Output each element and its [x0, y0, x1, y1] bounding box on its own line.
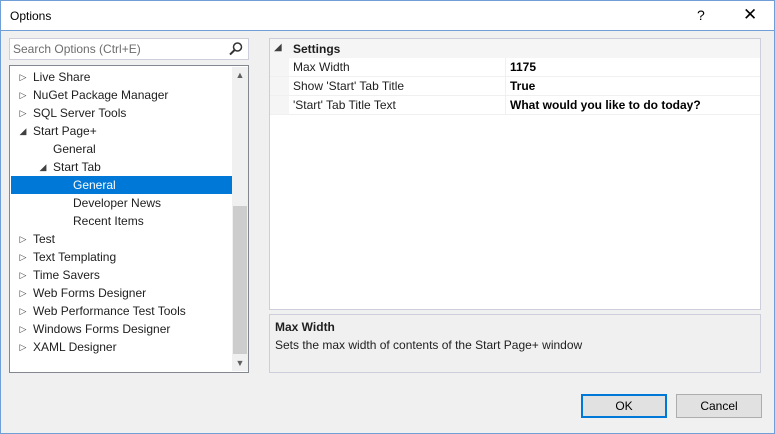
- description-panel: Max Width Sets the max width of contents…: [269, 314, 761, 373]
- scroll-up-icon[interactable]: ▲: [232, 67, 248, 83]
- collapse-icon[interactable]: ◢: [274, 42, 282, 53]
- expand-arrow-icon[interactable]: ▷: [18, 320, 28, 338]
- scroll-thumb[interactable]: [233, 206, 247, 354]
- tree-item[interactable]: Recent Items: [11, 212, 232, 230]
- tree-item[interactable]: ▷ SQL Server Tools: [11, 104, 232, 122]
- tree-item[interactable]: General: [11, 140, 232, 158]
- cancel-button[interactable]: Cancel: [676, 394, 762, 418]
- help-button[interactable]: ?: [697, 7, 705, 23]
- column-divider: [505, 77, 506, 95]
- property-value[interactable]: What would you like to do today?: [510, 98, 701, 112]
- tree-item-label: Windows Forms Designer: [33, 322, 171, 336]
- tree-item-label: SQL Server Tools: [33, 106, 127, 120]
- tree-item[interactable]: ▷ Web Performance Test Tools: [11, 302, 232, 320]
- tree-item-label: Web Forms Designer: [33, 286, 147, 300]
- expand-arrow-icon[interactable]: ▷: [18, 248, 28, 266]
- property-row-title-text[interactable]: 'Start' Tab Title Text What would you li…: [270, 96, 760, 115]
- expand-arrow-icon[interactable]: ▷: [18, 284, 28, 302]
- tree-item-label: Live Share: [33, 70, 91, 84]
- tree-item[interactable]: ▷ Test: [11, 230, 232, 248]
- description-title: Max Width: [275, 320, 335, 334]
- collapse-arrow-icon[interactable]: ◢: [18, 122, 28, 140]
- tree-item-label: Text Templating: [33, 250, 117, 264]
- tree-item-label: Test: [33, 232, 56, 246]
- tree-item[interactable]: ▷ Live Share: [11, 68, 232, 86]
- category-label: Settings: [293, 42, 341, 56]
- tree-item[interactable]: ▷ Windows Forms Designer: [11, 320, 232, 338]
- tree-item-label: Web Performance Test Tools: [33, 304, 186, 318]
- property-row-show-title[interactable]: Show 'Start' Tab Title True: [270, 77, 760, 96]
- tree-item[interactable]: General: [11, 176, 232, 194]
- expand-arrow-icon[interactable]: ▷: [18, 338, 28, 356]
- tree-item[interactable]: ▷ Web Forms Designer: [11, 284, 232, 302]
- tree-item[interactable]: ▷ Text Templating: [11, 248, 232, 266]
- options-tree: ▷ Live Share ▷ NuGet Package Manager ▷ SQL Se…: [9, 65, 249, 373]
- row-gutter: [270, 96, 289, 114]
- tree-item-label: Start Page+: [33, 124, 97, 138]
- tree-item[interactable]: ▷ NuGet Package Manager: [11, 86, 232, 104]
- tree-item-label: XAML Designer: [33, 340, 117, 354]
- title-bar: Options ? ✕: [0, 0, 775, 31]
- column-divider: [505, 96, 506, 114]
- property-value[interactable]: 1175: [510, 60, 536, 74]
- close-icon[interactable]: ✕: [743, 5, 757, 25]
- window-title: Options: [10, 9, 52, 23]
- tree-item-label: Time Savers: [33, 268, 100, 282]
- tree-item-label: General: [73, 178, 116, 192]
- tree-item-label: Start Tab: [53, 160, 101, 174]
- scroll-down-icon[interactable]: ▼: [232, 355, 248, 371]
- tree-item-label: Recent Items: [73, 214, 144, 228]
- expand-arrow-icon[interactable]: ▷: [18, 302, 28, 320]
- property-name: Show 'Start' Tab Title: [293, 79, 405, 93]
- description-text: Sets the max width of contents of the St…: [275, 338, 583, 352]
- property-name: 'Start' Tab Title Text: [293, 98, 396, 112]
- tree-item[interactable]: ▷ XAML Designer: [11, 338, 232, 356]
- property-value[interactable]: True: [510, 79, 535, 93]
- tree-item-label: Developer News: [73, 196, 162, 210]
- tree-item[interactable]: ◢ Start Tab: [11, 158, 232, 176]
- property-grid: ◢ Settings Max Width 1175 Show 'Start' T…: [269, 38, 761, 310]
- collapse-arrow-icon[interactable]: ◢: [38, 158, 48, 176]
- category-settings[interactable]: ◢ Settings: [270, 39, 760, 58]
- tree-item[interactable]: Developer News: [11, 194, 232, 212]
- tree-item-label: General: [53, 142, 96, 156]
- search-input[interactable]: [13, 41, 223, 57]
- tree-item[interactable]: ◢ Start Page+: [11, 122, 232, 140]
- expand-arrow-icon[interactable]: ▷: [18, 86, 28, 104]
- tree-item-label: NuGet Package Manager: [33, 88, 169, 102]
- property-row-max-width[interactable]: Max Width 1175: [270, 58, 760, 77]
- tree-scrollbar[interactable]: ▲ ▼: [232, 67, 248, 371]
- row-gutter: [270, 58, 289, 76]
- expand-arrow-icon[interactable]: ▷: [18, 68, 28, 86]
- column-divider: [505, 58, 506, 76]
- property-name: Max Width: [293, 60, 350, 74]
- ok-button[interactable]: OK: [581, 394, 667, 418]
- search-box[interactable]: [9, 38, 249, 60]
- expand-arrow-icon[interactable]: ▷: [18, 104, 28, 122]
- tree-item[interactable]: ▷ Time Savers: [11, 266, 232, 284]
- search-icon[interactable]: [228, 41, 244, 57]
- expand-arrow-icon[interactable]: ▷: [18, 230, 28, 248]
- row-gutter: [270, 77, 289, 95]
- expand-arrow-icon[interactable]: ▷: [18, 266, 28, 284]
